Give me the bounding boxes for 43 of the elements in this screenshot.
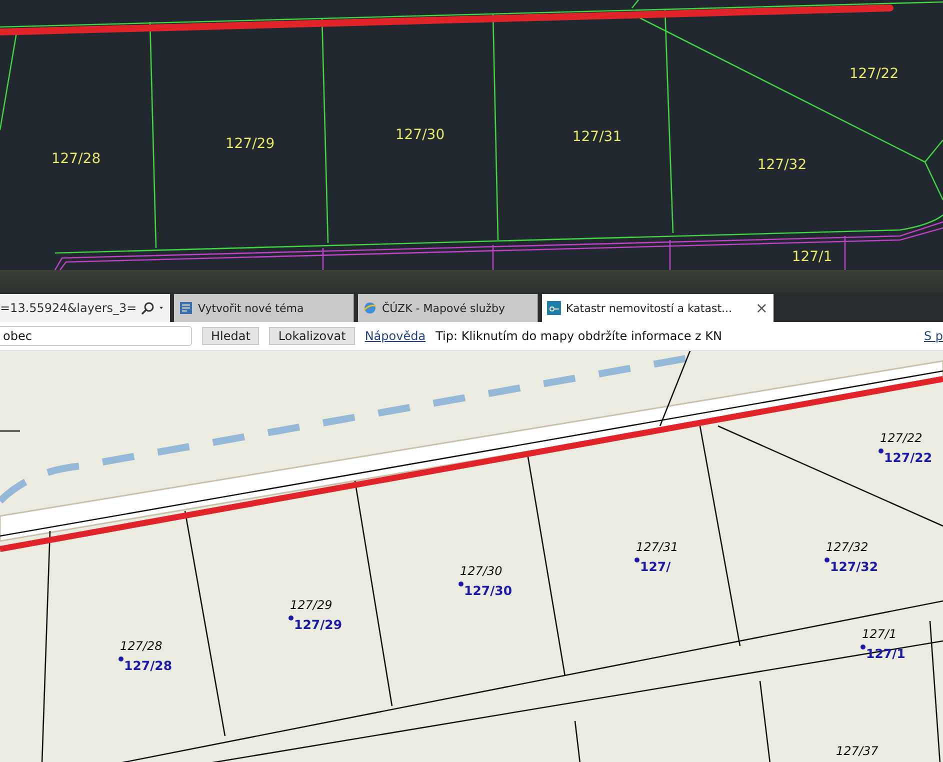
browser-tab[interactable]: ČÚZK - Mapové služby xyxy=(358,294,538,322)
parcel-label: 127/29 xyxy=(225,136,275,152)
address-bar[interactable]: =13.55924&layers_3= xyxy=(0,294,170,322)
search-field[interactable]: obec xyxy=(0,326,192,346)
parcel-marker-label: 127/29 xyxy=(294,617,342,632)
parcel-marker-label: 127/ xyxy=(640,559,671,574)
parcel-marker-label: 127/22 xyxy=(884,450,932,465)
globe-icon xyxy=(363,301,377,315)
point-marker xyxy=(878,448,884,454)
parcel-label: 127/1 xyxy=(792,249,832,265)
parcel-label: 127/28 xyxy=(51,151,101,167)
parcel-label: 127/31 xyxy=(572,129,622,145)
point-marker xyxy=(118,656,124,662)
parcel-number: 127/28 xyxy=(120,639,162,653)
point-marker xyxy=(824,558,830,562)
help-link[interactable]: Nápověda xyxy=(364,329,426,343)
document-icon xyxy=(179,301,193,315)
parcel-number: 127/1 xyxy=(862,627,897,641)
parcel-label: 127/30 xyxy=(395,127,445,143)
parcel-marker-label: 127/32 xyxy=(830,559,878,574)
parcel-marker-label: 127/28 xyxy=(124,658,172,673)
toolbar-button[interactable]: Hledat xyxy=(202,327,260,345)
parcel-label: 127/32 xyxy=(757,157,807,173)
close-button[interactable]: × xyxy=(755,299,768,317)
link[interactable]: S p xyxy=(924,329,943,343)
parcel-marker-label: 127/30 xyxy=(464,583,512,598)
point-marker xyxy=(860,644,866,650)
parcel-number: 127/32 xyxy=(826,540,868,554)
point-marker xyxy=(458,582,464,586)
tip-text: Tip: Kliknutím do mapy obdržíte informace z KN xyxy=(436,329,723,343)
parcel-marker-label: 127/1 xyxy=(866,646,906,661)
parcel-number: 127/22 xyxy=(880,431,922,445)
parcel-number: 127/37 xyxy=(836,744,878,758)
point-marker xyxy=(634,558,640,562)
point-marker xyxy=(288,616,294,620)
search-icon xyxy=(140,301,155,315)
browser-tab[interactable]: Katastr nemovitostí a katast... × xyxy=(542,294,774,322)
toolbar-button[interactable]: Lokalizovat xyxy=(269,327,355,345)
browser-tab[interactable]: Vytvořit nové téma xyxy=(174,294,354,322)
parcel-number: 127/30 xyxy=(460,564,502,578)
parcel-number: 127/31 xyxy=(636,540,678,554)
parcel-label: 127/22 xyxy=(849,66,899,82)
parcel-number: 127/29 xyxy=(290,598,332,612)
